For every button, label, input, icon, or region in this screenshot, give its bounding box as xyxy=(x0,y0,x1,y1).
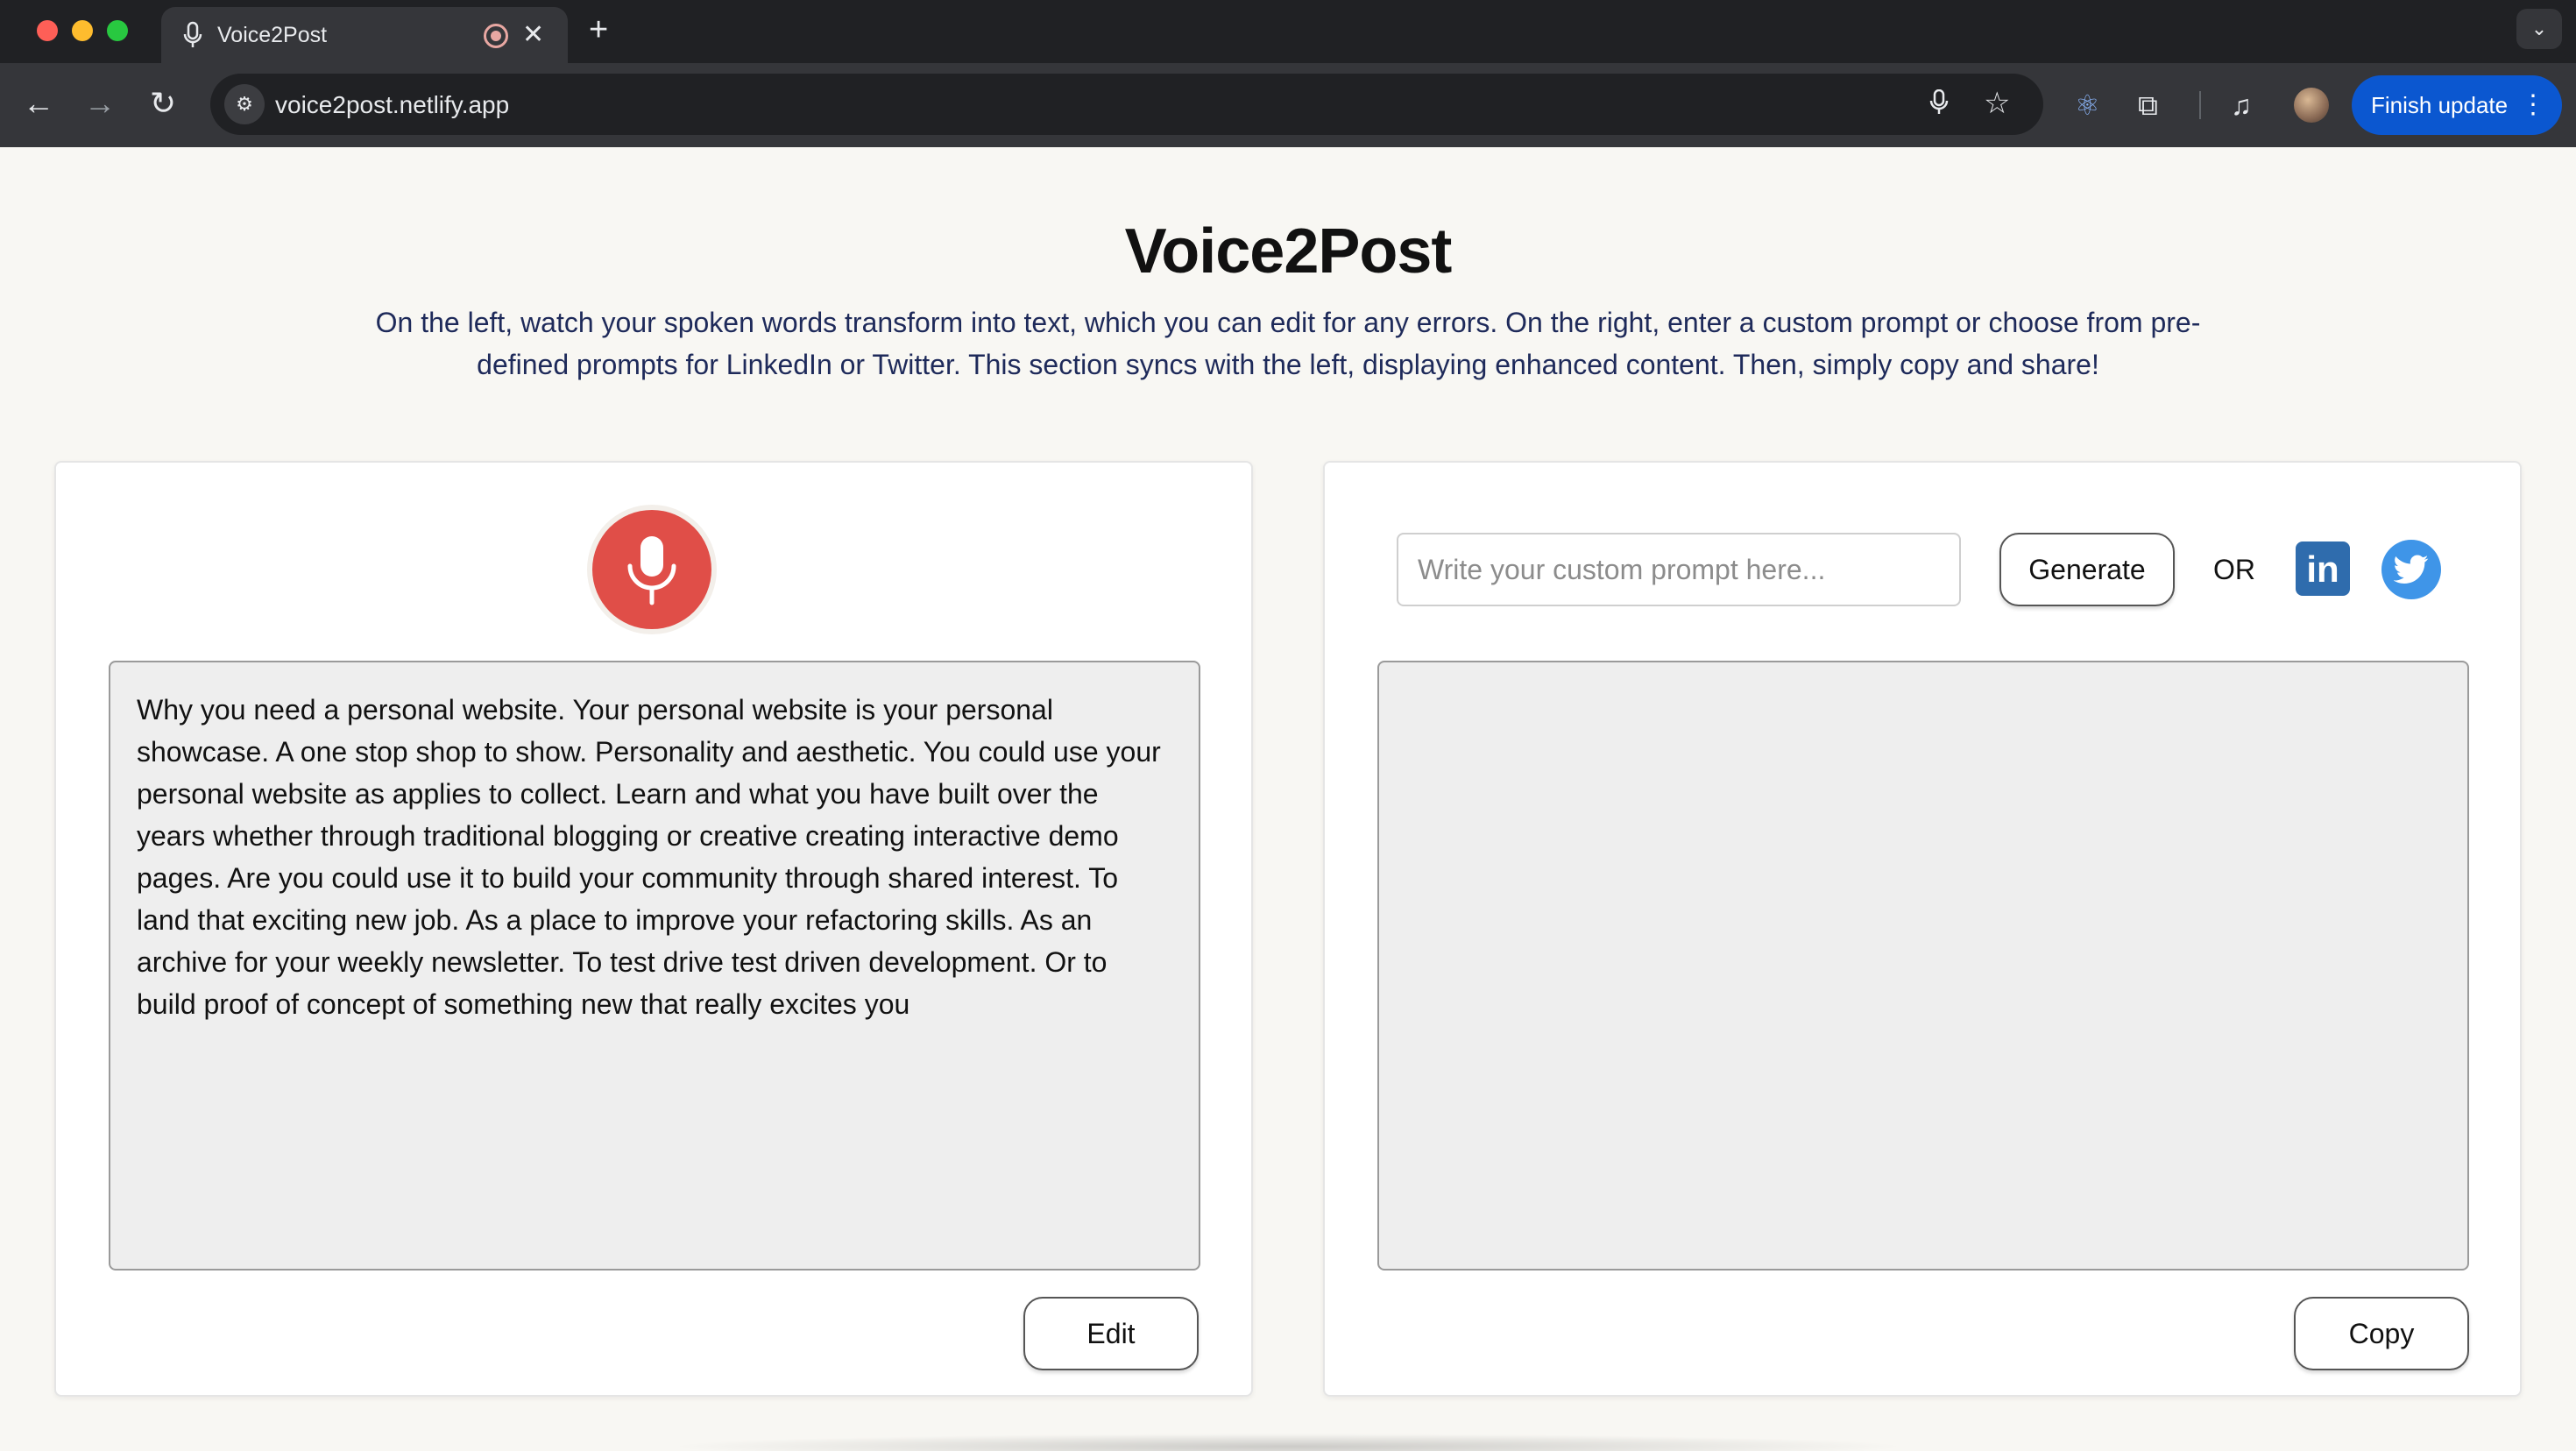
page-bottom-shadow xyxy=(666,1433,1910,1451)
page-description: On the left, watch your spoken words tra… xyxy=(375,307,2201,380)
window-close-button[interactable] xyxy=(37,20,58,41)
recording-indicator-icon xyxy=(484,24,508,48)
or-label: OR xyxy=(2213,554,2255,585)
generate-button[interactable]: Generate xyxy=(1999,533,2175,606)
enhanced-output-textarea[interactable] xyxy=(1377,661,2469,1271)
media-controls-icon[interactable]: ♫ xyxy=(2231,86,2252,124)
window-zoom-button[interactable] xyxy=(107,20,128,41)
microphone-icon xyxy=(627,536,676,605)
enhanced-content-panel: Generate OR in Copy xyxy=(1323,461,2522,1397)
address-bar[interactable]: ⚙ voice2post.netlify.app ☆ xyxy=(210,74,2043,135)
record-microphone-button[interactable] xyxy=(592,510,711,629)
extensions-puzzle-icon[interactable]: ⧉ xyxy=(2138,86,2158,124)
reload-icon[interactable]: ↻ xyxy=(144,84,182,123)
linkedin-icon[interactable]: in xyxy=(2296,541,2350,596)
finish-update-button[interactable]: Finish update ⋮ xyxy=(2352,75,2562,135)
custom-prompt-input[interactable] xyxy=(1397,533,1961,606)
transcript-text: Why you need a personal website. Your pe… xyxy=(137,694,1161,1020)
copy-button[interactable]: Copy xyxy=(2294,1297,2469,1370)
transcript-panel: Why you need a personal website. Your pe… xyxy=(54,461,1253,1397)
kebab-menu-icon[interactable]: ⋮ xyxy=(2520,75,2546,135)
url-text[interactable]: voice2post.netlify.app xyxy=(275,91,509,119)
new-tab-button[interactable]: + xyxy=(589,12,608,47)
page-title: Voice2Post xyxy=(1124,216,1453,287)
back-arrow-icon[interactable]: ← xyxy=(19,84,58,123)
toolbar-divider xyxy=(2199,91,2201,119)
transcript-textarea[interactable]: Why you need a personal website. Your pe… xyxy=(109,661,1200,1271)
tab-close-icon[interactable]: ✕ xyxy=(522,19,544,51)
edit-button[interactable]: Edit xyxy=(1023,1297,1199,1370)
twitter-icon[interactable] xyxy=(2381,540,2441,599)
site-info-icon[interactable]: ⚙ xyxy=(224,84,265,124)
microphone-icon xyxy=(180,21,205,49)
tab-search-chevron-icon[interactable]: ⌄ xyxy=(2516,9,2562,49)
react-devtools-icon[interactable]: ⚛ xyxy=(2075,86,2100,124)
bookmark-star-icon[interactable]: ☆ xyxy=(1984,86,2010,121)
tab-title: Voice2Post xyxy=(217,23,328,47)
profile-avatar[interactable] xyxy=(2294,88,2329,123)
browser-toolbar: ← → ↻ ⚙ voice2post.netlify.app ☆ ⚛ ⧉ ♫ F… xyxy=(0,63,2576,147)
browser-tab[interactable]: Voice2Post ✕ xyxy=(161,7,568,63)
forward-arrow-icon[interactable]: → xyxy=(81,84,119,123)
window-minimize-button[interactable] xyxy=(72,20,93,41)
finish-update-label: Finish update xyxy=(2371,92,2509,118)
browser-tab-strip: Voice2Post ✕ + ⌄ xyxy=(0,0,2576,63)
voice-search-icon[interactable] xyxy=(1929,88,1949,122)
